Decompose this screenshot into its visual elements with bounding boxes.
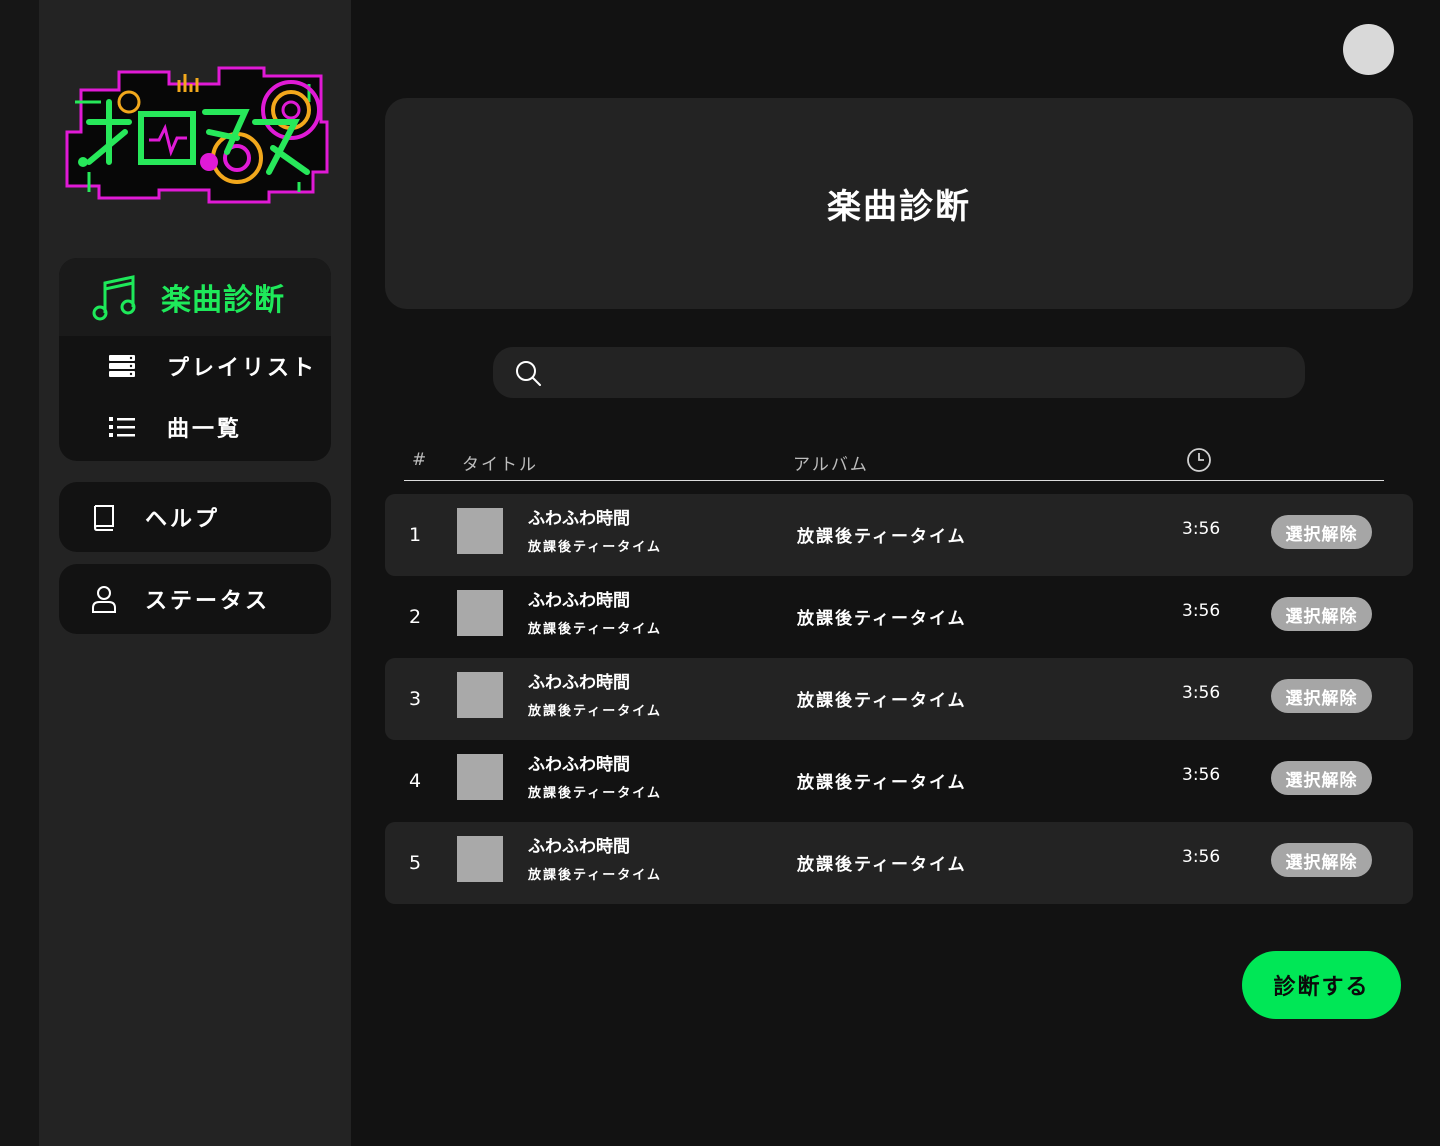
song-album: 放課後ティータイム (797, 773, 967, 793)
nav-item-label: プレイリスト (167, 356, 318, 381)
nav-item-label: 曲一覧 (167, 417, 243, 442)
nav-item-label: 楽曲診断 (161, 283, 285, 318)
song-duration: 3:56 (1182, 847, 1221, 867)
search-bar[interactable] (493, 347, 1305, 398)
deselect-button[interactable]: 選択解除 (1271, 761, 1372, 795)
deselect-button[interactable]: 選択解除 (1271, 843, 1372, 877)
song-duration: 3:56 (1182, 765, 1221, 785)
window-edge (0, 0, 39, 1146)
main-nav: 楽曲診断 プレイリスト 曲一覧 (59, 258, 331, 461)
song-title: ふわふわ時間 (528, 837, 630, 857)
song-duration: 3:56 (1182, 601, 1221, 621)
nav-item-help[interactable]: ヘルプ (59, 482, 331, 552)
column-header-number: # (412, 450, 429, 470)
book-icon (89, 502, 119, 532)
page-title: 楽曲診断 (827, 187, 971, 227)
column-header-album: アルバム (793, 455, 869, 475)
song-artist: 放課後ティータイム (528, 704, 662, 719)
row-number: 5 (409, 852, 422, 874)
page-header: 楽曲診断 (385, 98, 1413, 309)
column-header-title: タイトル (462, 455, 538, 475)
song-album: 放課後ティータイム (797, 609, 967, 629)
deselect-button[interactable]: 選択解除 (1271, 679, 1372, 713)
table-row[interactable]: 2 ふわふわ時間 放課後ティータイム 放課後ティータイム 3:56 選択解除 (385, 576, 1413, 658)
user-icon (89, 584, 119, 614)
app-logo[interactable] (59, 62, 329, 208)
deselect-button[interactable]: 選択解除 (1271, 597, 1372, 631)
nav-item-label: ヘルプ (145, 507, 221, 532)
song-title: ふわふわ時間 (528, 591, 630, 611)
diagnose-button[interactable]: 診断する (1242, 951, 1401, 1019)
song-title: ふわふわ時間 (528, 755, 630, 775)
song-album: 放課後ティータイム (797, 691, 967, 711)
table-row[interactable]: 3 ふわふわ時間 放課後ティータイム 放課後ティータイム 3:56 選択解除 (385, 658, 1413, 740)
row-number: 2 (409, 606, 422, 628)
search-icon[interactable] (514, 359, 542, 387)
row-number: 4 (409, 770, 422, 792)
list-icon (107, 412, 137, 442)
album-art (457, 754, 503, 800)
table-row[interactable]: 1 ふわふわ時間 放課後ティータイム 放課後ティータイム 3:56 選択解除 (385, 494, 1413, 576)
song-duration: 3:56 (1182, 683, 1221, 703)
table-row[interactable]: 5 ふわふわ時間 放課後ティータイム 放課後ティータイム 3:56 選択解除 (385, 822, 1413, 904)
table-row[interactable]: 4 ふわふわ時間 放課後ティータイム 放課後ティータイム 3:56 選択解除 (385, 740, 1413, 822)
song-album: 放課後ティータイム (797, 855, 967, 875)
row-number: 1 (409, 524, 422, 546)
clock-icon (1186, 447, 1212, 478)
nav-item-song-diagnosis[interactable]: 楽曲診断 (59, 258, 331, 336)
nav-item-status[interactable]: ステータス (59, 564, 331, 634)
album-art (457, 672, 503, 718)
avatar[interactable] (1343, 24, 1394, 75)
deselect-button[interactable]: 選択解除 (1271, 515, 1372, 549)
nav-item-song-list[interactable]: 曲一覧 (59, 401, 331, 453)
song-title: ふわふわ時間 (528, 509, 630, 529)
music-note-icon (91, 273, 139, 321)
nav-item-playlist[interactable]: プレイリスト (59, 340, 331, 392)
search-input[interactable] (542, 347, 1305, 398)
song-artist: 放課後ティータイム (528, 622, 662, 637)
song-album: 放課後ティータイム (797, 527, 967, 547)
row-number: 3 (409, 688, 422, 710)
playlist-icon (107, 351, 137, 381)
sidebar: 楽曲診断 プレイリスト 曲一覧 ヘルプ ステータス (39, 0, 351, 1146)
album-art (457, 590, 503, 636)
song-duration: 3:56 (1182, 519, 1221, 539)
album-art (457, 836, 503, 882)
song-artist: 放課後ティータイム (528, 868, 662, 883)
song-artist: 放課後ティータイム (528, 540, 662, 555)
song-title: ふわふわ時間 (528, 673, 630, 693)
song-artist: 放課後ティータイム (528, 786, 662, 801)
album-art (457, 508, 503, 554)
nav-item-label: ステータス (145, 589, 271, 614)
table-header: # タイトル アルバム (404, 440, 1384, 481)
